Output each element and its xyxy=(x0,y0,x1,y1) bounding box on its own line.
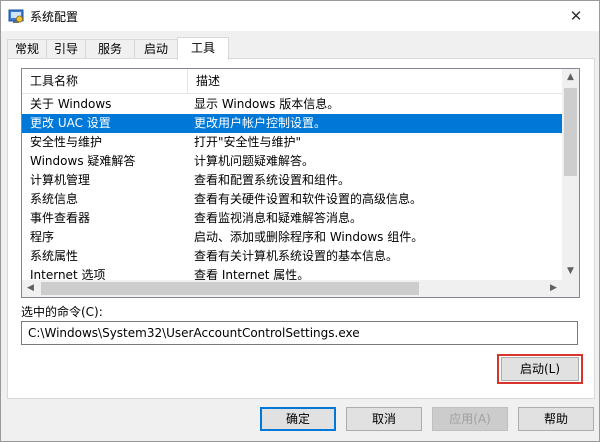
window-title: 系统配置 xyxy=(30,10,79,24)
list-item[interactable]: 计算机管理 查看和配置系统设置和组件。 xyxy=(22,171,562,190)
list-item[interactable]: 系统信息 查看有关硬件设置和软件设置的高级信息。 xyxy=(22,190,562,209)
scroll-up-arrow-icon[interactable]: ▲ xyxy=(562,69,579,86)
launch-button[interactable]: 启动(L) xyxy=(501,357,579,381)
tab-boot[interactable]: 引导 xyxy=(46,39,86,59)
title-bar: 系统配置 ✕ xyxy=(1,1,599,31)
vertical-scroll-thumb[interactable] xyxy=(564,88,577,176)
horizontal-scroll-thumb[interactable] xyxy=(41,282,419,295)
help-button[interactable]: 帮助 xyxy=(518,407,594,431)
tool-name-cell: 安全性与维护 xyxy=(30,135,103,149)
tab-strip: 常规 引导 服务 启动 工具 xyxy=(1,37,599,60)
scroll-down-arrow-icon[interactable]: ▼ xyxy=(562,263,579,280)
msconfig-icon xyxy=(8,8,24,24)
list-rows: 关于 Windows 显示 Windows 版本信息。更改 UAC 设置 更改用户帐… xyxy=(22,95,562,285)
vertical-scrollbar[interactable]: ▲ ▼ xyxy=(562,69,579,280)
tools-list[interactable]: 工具名称 描述 关于 Windows 显示 Windows 版本信息。更改 UAC… xyxy=(21,68,580,298)
scroll-left-arrow-icon[interactable]: ◀ xyxy=(22,280,39,297)
close-icon: ✕ xyxy=(569,7,583,25)
tool-name-cell: 计算机管理 xyxy=(30,173,91,187)
tool-name-cell: 更改 UAC 设置 xyxy=(30,116,111,130)
list-item[interactable]: 安全性与维护 打开"安全性与维护" xyxy=(22,133,562,152)
scrollbar-corner xyxy=(562,280,579,297)
close-button[interactable]: ✕ xyxy=(553,1,599,31)
selected-command-label: 选中的命令(C): xyxy=(21,305,103,319)
tool-name-cell: 事件查看器 xyxy=(30,211,91,225)
tool-description-cell: 查看有关硬件设置和软件设置的高级信息。 xyxy=(194,192,423,206)
column-header-description[interactable]: 描述 xyxy=(188,69,562,93)
tab-services[interactable]: 服务 xyxy=(85,39,135,59)
tool-description-cell: 查看监视消息和疑难解答消息。 xyxy=(194,211,363,225)
cancel-button[interactable]: 取消 xyxy=(346,407,422,431)
scroll-right-arrow-icon[interactable]: ▶ xyxy=(545,280,562,297)
tab-startup[interactable]: 启动 xyxy=(134,39,178,59)
system-configuration-window: 系统配置 ✕ 常规 引导 服务 启动 工具 工具名称 描述 关于 Windows… xyxy=(0,0,600,442)
tool-description-cell: 查看有关计算机系统设置的基本信息。 xyxy=(194,249,399,263)
list-item[interactable]: 系统属性 查看有关计算机系统设置的基本信息。 xyxy=(22,247,562,266)
tool-name-cell: 系统信息 xyxy=(30,192,79,206)
apply-button[interactable]: 应用(A) xyxy=(432,407,508,431)
list-item[interactable]: 关于 Windows 显示 Windows 版本信息。 xyxy=(22,95,562,114)
list-header: 工具名称 描述 xyxy=(22,69,562,94)
list-item[interactable]: 更改 UAC 设置 更改用户帐户控制设置。 xyxy=(22,114,562,133)
tool-description-cell: 更改用户帐户控制设置。 xyxy=(194,116,327,130)
tool-name-cell: Windows 疑难解答 xyxy=(30,154,136,168)
tool-name-cell: 系统属性 xyxy=(30,249,79,263)
horizontal-scrollbar[interactable]: ◀ ▶ xyxy=(22,280,562,297)
selected-command-field[interactable]: C:\Windows\System32\UserAccountControlSe… xyxy=(21,321,578,345)
tool-description-cell: 打开"安全性与维护" xyxy=(194,135,302,149)
list-item[interactable]: 程序 启动、添加或删除程序和 Windows 组件。 xyxy=(22,228,562,247)
list-item[interactable]: 事件查看器 查看监视消息和疑难解答消息。 xyxy=(22,209,562,228)
tool-description-cell: 计算机问题疑难解答。 xyxy=(194,154,315,168)
tool-description-cell: 显示 Windows 版本信息。 xyxy=(194,97,340,111)
tool-name-cell: 程序 xyxy=(30,230,55,244)
tool-description-cell: 查看和配置系统设置和组件。 xyxy=(194,173,351,187)
column-header-tool-name[interactable]: 工具名称 xyxy=(22,69,187,93)
ok-button[interactable]: 确定 xyxy=(260,407,336,431)
list-item[interactable]: Windows 疑难解答 计算机问题疑难解答。 xyxy=(22,152,562,171)
tool-name-cell: 关于 Windows xyxy=(30,97,112,111)
tab-general[interactable]: 常规 xyxy=(7,39,47,59)
tab-tools[interactable]: 工具 xyxy=(177,37,229,60)
tool-description-cell: 启动、添加或删除程序和 Windows 组件。 xyxy=(194,230,424,244)
